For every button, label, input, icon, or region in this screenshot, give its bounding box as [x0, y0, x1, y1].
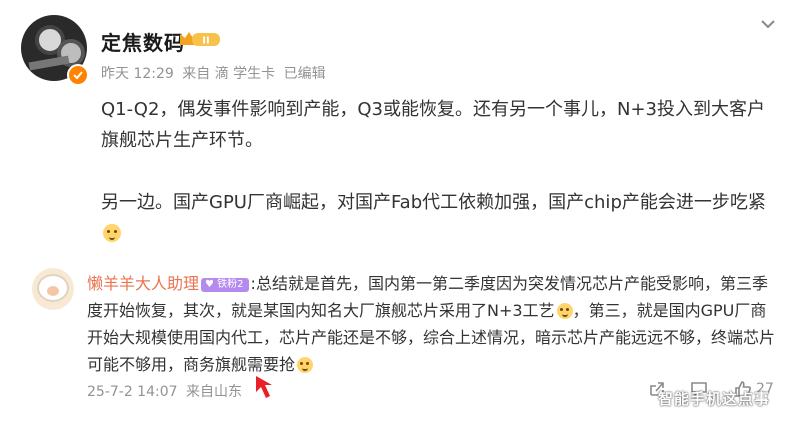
doge-emoji-icon	[556, 303, 573, 319]
comment-text: 懒羊羊大人助理 ♥ 铁粉2:总结就是首先，国内第一第二季度因为突发情况芯片产能受影…	[87, 274, 776, 374]
vip-level: II	[202, 36, 209, 47]
vip-crown-badge-icon[interactable]: II	[178, 29, 222, 49]
doge-emoji-icon	[297, 357, 314, 373]
weibo-post: 定焦数码 II 昨天 12:29 来自 滴 学生卡 已编辑 Q1-Q2，偶发事件…	[0, 0, 792, 422]
red-arrow-annotation-icon	[256, 376, 272, 398]
commenter-name[interactable]: 懒羊羊大人助理	[87, 274, 199, 293]
post-meta: 昨天 12:29 来自 滴 学生卡 已编辑	[101, 63, 330, 83]
post-time[interactable]: 昨天 12:29	[101, 66, 174, 82]
comment-meta: 25-7-2 14:07 来自山东	[87, 381, 246, 401]
chevron-down-icon[interactable]	[758, 17, 778, 31]
post-paragraph: 另一边。国产GPU厂商崛起，对国产Fab代工依赖加强，国产chip产能会进一步吃…	[101, 187, 781, 249]
verified-badge-icon	[67, 64, 89, 86]
fan-badge: ♥ 铁粉2	[201, 278, 249, 292]
post-paragraph: Q1-Q2，偶发事件影响到产能，Q3或能恢复。还有另一个事儿，N+3投入到大客户…	[101, 99, 766, 151]
doge-emoji-icon	[103, 224, 121, 242]
watermark: 智能手机这点事	[658, 390, 771, 408]
comment-location: 来自山东	[185, 384, 242, 400]
post-edited[interactable]: 已编辑	[284, 66, 326, 82]
post-content: Q1-Q2，偶发事件影响到产能，Q3或能恢复。还有另一个事儿，N+3投入到大客户…	[101, 94, 781, 249]
comment-date: 25-7-2 14:07	[87, 384, 178, 400]
commenter-avatar[interactable]	[32, 268, 74, 310]
fan-badge-icon: ♥	[205, 279, 214, 290]
author-name[interactable]: 定焦数码	[101, 27, 185, 56]
post-source: 来自 滴 学生卡	[182, 66, 276, 82]
